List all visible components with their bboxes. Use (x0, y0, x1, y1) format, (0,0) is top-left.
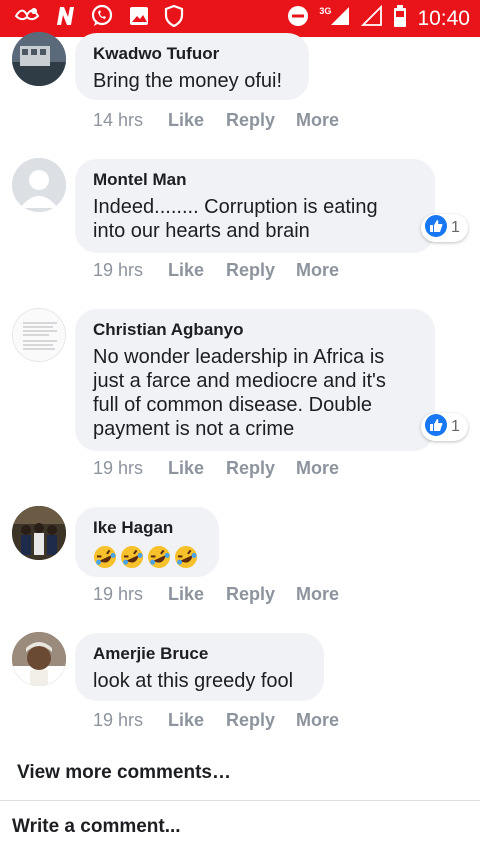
reply-button[interactable]: Reply (226, 260, 296, 281)
comment-time[interactable]: 19 hrs (93, 260, 168, 281)
comment-actions: 19 hrs Like Reply More (93, 584, 339, 605)
comment-bubble[interactable]: Christian Agbanyo No wonder leadership i… (75, 309, 435, 451)
comment-text: No wonder leadership in Africa is just a… (93, 346, 386, 440)
reply-button[interactable]: Reply (226, 458, 296, 479)
status-left-icons (14, 4, 184, 33)
do-not-disturb-icon (287, 5, 309, 32)
status-right-icons: 3G 10:40 (287, 4, 470, 33)
more-button[interactable]: More (296, 260, 339, 281)
comment-actions: 19 hrs Like Reply More (93, 260, 339, 281)
notification-app-icon (14, 7, 40, 30)
comment-author[interactable]: Ike Hagan (93, 517, 201, 539)
like-button[interactable]: Like (168, 458, 226, 479)
comment-time[interactable]: 19 hrs (93, 458, 168, 479)
reaction-number: 1 (451, 418, 460, 435)
n-app-icon (54, 5, 76, 32)
more-button[interactable]: More (296, 110, 339, 131)
laughing-emoji-icon (148, 546, 170, 568)
comment-author[interactable]: Amerjie Bruce (93, 643, 306, 665)
like-button[interactable]: Like (168, 110, 226, 131)
comment-time[interactable]: 19 hrs (93, 584, 168, 605)
clock: 10:40 (417, 6, 470, 30)
comment-author[interactable]: Montel Man (93, 169, 417, 191)
comment-text: Bring the money ofui! (93, 70, 282, 92)
comment-actions: 14 hrs Like Reply More (93, 110, 339, 131)
comment-text: look at this greedy fool (93, 670, 294, 692)
laughing-emoji-icon (94, 546, 116, 568)
comment-bubble[interactable]: Ike Hagan (75, 507, 219, 577)
avatar[interactable] (12, 506, 66, 560)
laughing-emoji-icon (121, 546, 143, 568)
view-more-comments-link[interactable]: View more comments… (17, 762, 231, 784)
more-button[interactable]: More (296, 584, 339, 605)
divider (0, 800, 480, 801)
like-button[interactable]: Like (168, 260, 226, 281)
more-button[interactable]: More (296, 710, 339, 731)
comment-text: Indeed........ Corruption is eating into… (93, 196, 378, 242)
write-comment-input[interactable]: Write a comment... (12, 816, 181, 838)
comment-bubble[interactable]: Kwadwo Tufuor Bring the money ofui! (75, 33, 309, 100)
like-button[interactable]: Like (168, 584, 226, 605)
comment-actions: 19 hrs Like Reply More (93, 458, 339, 479)
avatar[interactable] (12, 308, 66, 362)
battery-icon (393, 4, 407, 33)
avatar[interactable] (12, 32, 66, 86)
comment-time[interactable]: 19 hrs (93, 710, 168, 731)
like-reaction-icon (425, 214, 447, 242)
more-button[interactable]: More (296, 458, 339, 479)
screen: 3G 10:40 Kwadwo Tufuor Bring the money o… (0, 0, 480, 854)
signal-icon (329, 5, 351, 32)
shield-icon (164, 4, 184, 32)
reply-button[interactable]: Reply (226, 710, 296, 731)
comment-bubble[interactable]: Amerjie Bruce look at this greedy fool (75, 633, 324, 701)
avatar[interactable] (12, 158, 66, 212)
image-icon (128, 5, 150, 32)
comment-emoji-row (93, 545, 201, 569)
like-reaction-icon (425, 413, 447, 441)
comment-author[interactable]: Christian Agbanyo (93, 319, 417, 341)
avatar[interactable] (12, 632, 66, 686)
comment-bubble[interactable]: Montel Man Indeed........ Corruption is … (75, 159, 435, 253)
comment-author[interactable]: Kwadwo Tufuor (93, 43, 291, 65)
status-bar: 3G 10:40 (0, 0, 480, 37)
network-type: 3G (319, 5, 332, 16)
laughing-emoji-icon (175, 546, 197, 568)
reply-button[interactable]: Reply (226, 110, 296, 131)
reaction-count[interactable]: 1 (421, 413, 468, 441)
reaction-count[interactable]: 1 (421, 214, 468, 242)
like-button[interactable]: Like (168, 710, 226, 731)
reply-button[interactable]: Reply (226, 584, 296, 605)
whatsapp-icon (90, 4, 114, 33)
comment-actions: 19 hrs Like Reply More (93, 710, 339, 731)
reaction-number: 1 (451, 219, 460, 236)
signal-empty-icon (361, 4, 383, 32)
comment-time[interactable]: 14 hrs (93, 110, 168, 131)
